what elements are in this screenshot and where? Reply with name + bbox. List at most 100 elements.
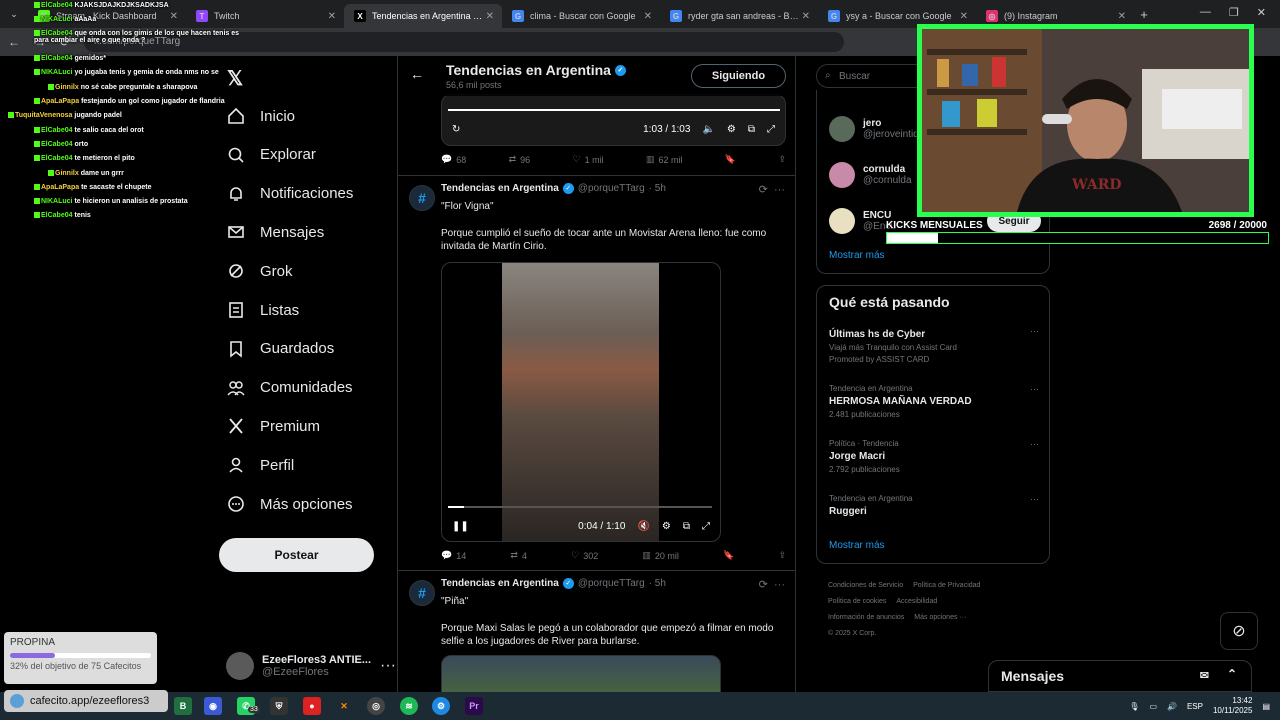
volume-icon[interactable]: 🔈 <box>702 124 714 135</box>
nav-item-grok[interactable]: Grok <box>226 255 293 287</box>
pip-icon[interactable]: ⧉ <box>683 521 690 532</box>
trend-more-icon[interactable]: ··· <box>1030 494 1039 504</box>
taskbar-record-icon[interactable]: ● <box>303 697 321 715</box>
nav-item-guardados[interactable]: Guardados <box>226 333 334 365</box>
taskbar-obs-icon[interactable]: ◎ <box>367 697 385 715</box>
nav-item-premium[interactable]: Premium <box>226 410 320 442</box>
suggested-account[interactable]: jero @jeroveintidos <box>829 116 929 142</box>
nav-item-mensajes[interactable]: Mensajes <box>226 216 324 248</box>
x-logo-icon[interactable]: 𝕏 <box>227 66 243 91</box>
language-indicator[interactable]: ESP <box>1187 702 1203 711</box>
nav-item-notificaciones[interactable]: Notificaciones <box>226 178 353 210</box>
show-more-link[interactable]: Mostrar más <box>829 250 885 261</box>
repost-button[interactable]: ⇄ 4 <box>510 550 527 561</box>
tab-search-icon[interactable]: ⌄ <box>0 9 28 20</box>
tweet[interactable]: # Tendencias en Argentina ✓ @porqueTTarg… <box>398 177 795 571</box>
nav-item-perfil[interactable]: Perfil <box>226 449 294 481</box>
reply-button[interactable]: 💬 68 <box>441 154 466 165</box>
restore-icon[interactable]: ❐ <box>1229 6 1239 22</box>
footer-link[interactable]: Política de Privacidad <box>913 582 980 589</box>
show-more-link[interactable]: Mostrar más <box>829 540 885 551</box>
reply-button[interactable]: 💬 14 <box>441 550 466 561</box>
tweet-author[interactable]: Tendencias en Argentina <box>441 183 559 194</box>
browser-tab[interactable]: Gryder gta san andreas - Buscar ✕ <box>660 4 818 28</box>
taskbar-premiere-icon[interactable]: Pr <box>465 697 483 715</box>
suggested-account[interactable]: cornulda @cornulda <box>829 162 912 188</box>
footer-link[interactable]: Más opciones ··· <box>914 614 966 621</box>
bookmark-button[interactable]: 🔖 <box>725 154 736 165</box>
volume-icon[interactable]: 🔊 <box>1167 702 1177 711</box>
views-button[interactable]: ▥ 62 mil <box>646 154 683 165</box>
footer-link[interactable]: Información de anuncios <box>828 614 904 621</box>
nav-item-mas-opciones[interactable]: Más opciones <box>226 488 353 520</box>
trend-more-icon[interactable]: ··· <box>1030 439 1039 449</box>
mute-icon[interactable]: 🔇 <box>637 521 649 532</box>
following-button[interactable]: Siguiendo <box>691 64 786 88</box>
hashtag-avatar-icon[interactable]: # <box>409 185 435 211</box>
tab-close-icon[interactable]: ✕ <box>1118 11 1126 22</box>
fullscreen-icon[interactable]: ⤢ <box>767 124 775 135</box>
taskbar-shield-icon[interactable]: ⛨ <box>270 697 288 715</box>
trend-item[interactable]: Últimas hs de Cyber Viajá más Tranquilo c… <box>829 326 1039 364</box>
fullscreen-icon[interactable]: ⤢ <box>702 521 710 532</box>
trend-item[interactable]: Política · Tendencia Jorge Macri 2.792 pub… <box>829 439 1039 474</box>
nav-item-inicio[interactable]: Inicio <box>226 100 295 132</box>
tab-close-icon[interactable]: ✕ <box>644 11 652 22</box>
footer-link[interactable]: Condiciones de Servicio <box>828 582 903 589</box>
clock[interactable]: 13:42 10/11/2025 <box>1213 696 1252 716</box>
video-player[interactable]: ❚❚ 0:04 / 1:10 🔇 ⚙ ⧉ ⤢ <box>441 262 721 542</box>
back-arrow-icon[interactable]: ← <box>410 66 424 82</box>
messages-drawer[interactable]: Mensajes ✉ ⌃ <box>988 660 1252 692</box>
tweet-author[interactable]: Tendencias en Argentina <box>441 578 559 589</box>
tweet-time[interactable]: · 5h <box>649 183 666 194</box>
trend-item[interactable]: Tendencia en Argentina Ruggeri ··· <box>829 494 1039 520</box>
tweet-more-icon[interactable]: ⟳ ··· <box>759 183 785 196</box>
minimize-icon[interactable]: — <box>1200 6 1211 22</box>
browser-tab[interactable]: X Tendencias en Argentina (@po ✕ <box>344 4 502 28</box>
network-icon[interactable]: ▭ <box>1149 702 1157 711</box>
notifications-icon[interactable]: ▤ <box>1262 702 1270 711</box>
repost-button[interactable]: ⇄ 96 <box>509 154 531 165</box>
nav-item-explorar[interactable]: Explorar <box>226 139 316 171</box>
tweet-time[interactable]: · 5h <box>649 578 666 589</box>
like-button[interactable]: ♡ 302 <box>571 550 598 561</box>
like-button[interactable]: ♡ 1 mil <box>573 154 604 165</box>
settings-icon[interactable]: ⚙ <box>662 521 671 532</box>
tab-close-icon[interactable]: ✕ <box>170 11 178 22</box>
new-tab-button[interactable]: + <box>1134 7 1154 22</box>
browser-tab[interactable]: Gclima - Buscar con Google ✕ <box>502 4 660 28</box>
share-button[interactable]: ⇪ <box>778 154 786 165</box>
taskbar-app2-icon[interactable]: ✕ <box>335 697 353 715</box>
views-button[interactable]: ▥ 20 mil <box>642 550 679 561</box>
video-player[interactable]: ↻ 1:03 / 1:03 🔈 ⚙ ⧉ ⤢ <box>441 94 786 146</box>
mic-icon[interactable]: 🎙 <box>1129 702 1139 711</box>
trend-more-icon[interactable]: ··· <box>1030 326 1039 336</box>
share-button[interactable]: ⇪ <box>778 550 786 561</box>
more-icon[interactable]: ··· <box>380 657 396 675</box>
new-message-icon[interactable]: ✉ <box>1200 669 1209 682</box>
taskbar-steam-icon[interactable]: ⚙ <box>432 697 450 715</box>
chevron-up-icon[interactable]: ⌃ <box>1227 667 1237 681</box>
nav-item-comunidades[interactable]: Comunidades <box>226 372 353 404</box>
video-progress[interactable] <box>448 109 780 111</box>
tweet[interactable]: ↻ 1:03 / 1:03 🔈 ⚙ ⧉ ⤢ 💬 68 ⇄ 96 ♡ 1 mil ▥ 62… <box>398 86 795 176</box>
video-player[interactable] <box>441 655 721 692</box>
replay-icon[interactable]: ↻ <box>452 124 460 135</box>
trend-more-icon[interactable]: ··· <box>1030 384 1039 394</box>
video-progress[interactable] <box>448 506 712 508</box>
hashtag-avatar-icon[interactable]: # <box>409 580 435 606</box>
footer-link[interactable]: Accesibilidad <box>896 598 937 605</box>
grok-button[interactable]: ⊘ <box>1220 612 1258 650</box>
tab-close-icon[interactable]: ✕ <box>960 11 968 22</box>
tweet-handle[interactable]: @porqueTTarg <box>578 578 645 589</box>
footer-link[interactable]: © 2025 X Corp. <box>828 630 876 637</box>
browser-tab[interactable]: T Twitch ✕ <box>186 4 344 28</box>
pause-icon[interactable]: ❚❚ <box>452 521 469 532</box>
trend-item[interactable]: Tendencia en Argentina HERMOSA MAÑANA VER… <box>829 384 1039 419</box>
nav-item-listas[interactable]: Listas <box>226 294 299 326</box>
tweet-handle[interactable]: @porqueTTarg <box>578 183 645 194</box>
tweet-more-icon[interactable]: ⟳ ··· <box>759 578 785 591</box>
tab-close-icon[interactable]: ✕ <box>802 11 810 22</box>
pip-icon[interactable]: ⧉ <box>748 124 755 135</box>
tab-close-icon[interactable]: ✕ <box>486 11 494 22</box>
